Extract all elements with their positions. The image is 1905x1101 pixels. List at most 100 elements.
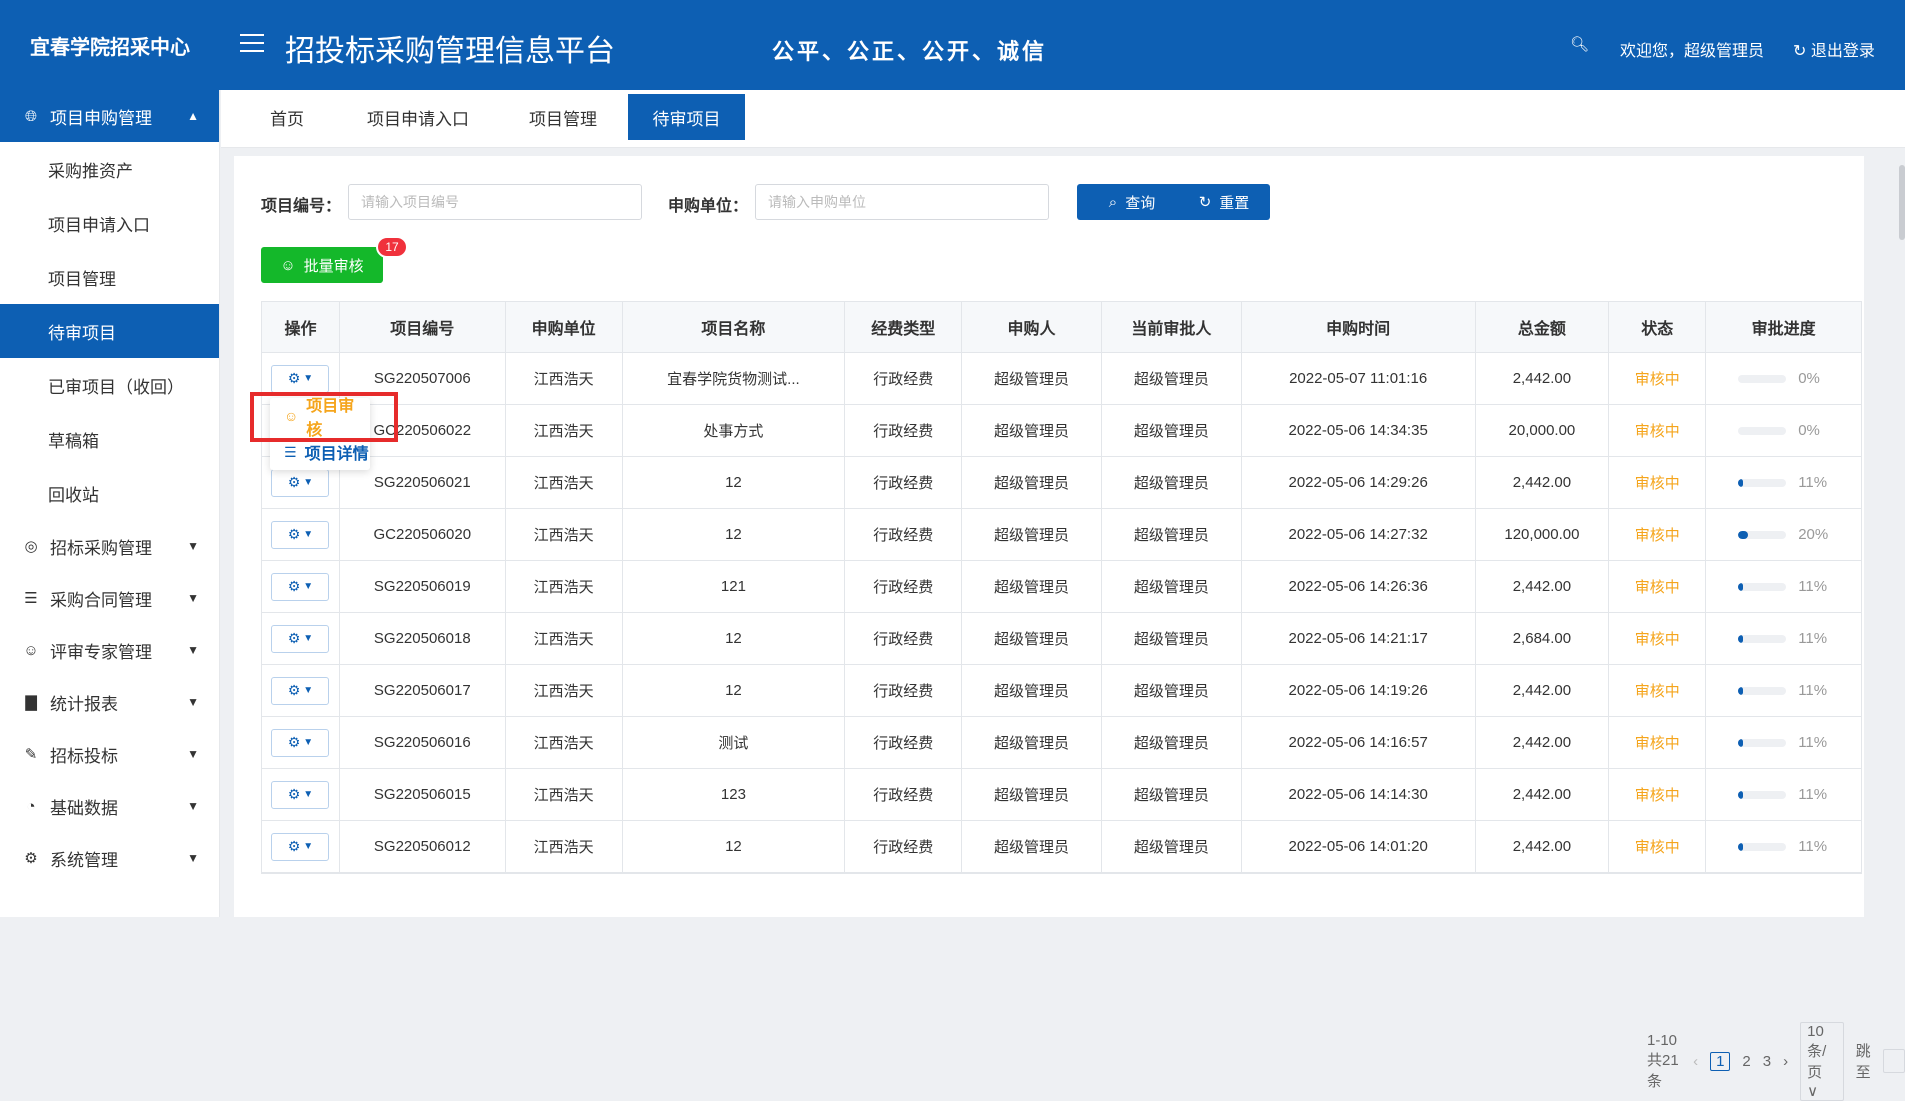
cell-progress: 11%	[1706, 769, 1861, 820]
cell-amount: 2,442.00	[1476, 353, 1610, 404]
menu-toggle-icon[interactable]	[240, 34, 264, 56]
cell-code: SG220506018	[340, 613, 506, 664]
cell-code: SG220506017	[340, 665, 506, 716]
col-header: 经费类型	[845, 302, 963, 352]
tab-home[interactable]: 首页	[249, 94, 325, 140]
unit-input[interactable]: 请输入申购单位	[755, 184, 1049, 220]
gear-dropdown-button[interactable]: ⚙▼	[271, 468, 330, 497]
aperture-icon: ◎	[24, 538, 38, 555]
jump-input[interactable]	[1882, 1049, 1905, 1073]
progress-text: 11%	[1798, 838, 1828, 855]
bar-chart-icon: ▇	[25, 694, 37, 711]
cell-progress: 11%	[1706, 457, 1861, 508]
tab-apply[interactable]: 项目申请入口	[353, 94, 483, 140]
globe-icon: 🌐︎	[24, 107, 37, 125]
chevron-down-icon: ▼	[187, 799, 199, 813]
sidebar-group-system[interactable]: ⚙ 系统管理 ▼	[0, 832, 219, 884]
project-table: 操作 项目编号 申购单位 项目名称 经费类型 申购人 当前审批人 申购时间 总金…	[261, 301, 1862, 874]
col-header: 申购时间	[1242, 302, 1476, 352]
gear-icon: ⚙	[287, 734, 301, 750]
reset-button[interactable]: ↻ 重置	[1178, 184, 1270, 220]
sidebar-item-reviewed[interactable]: 已审项目（收回）	[0, 358, 219, 412]
sidebar-group-bidding[interactable]: ◎ 招标采购管理 ▼	[0, 520, 219, 572]
gear-dropdown-button[interactable]: ⚙▼	[271, 624, 330, 653]
sidebar-item-drafts[interactable]: 草稿箱	[0, 412, 219, 466]
cell-code: SG220506019	[340, 561, 506, 612]
next-page-icon[interactable]: ›	[1783, 1053, 1788, 1070]
cell-name: 宜春学院货物测试...	[623, 353, 846, 404]
sidebar-item-project-manage[interactable]: 项目管理	[0, 250, 219, 304]
code-input[interactable]: 请输入项目编号	[348, 184, 642, 220]
gear-icon: ⚙	[287, 578, 301, 594]
logout-icon: ↻	[1793, 43, 1811, 60]
cell-code: SG220506012	[340, 821, 506, 872]
col-header: 操作	[262, 302, 340, 352]
progress-text: 11%	[1798, 682, 1828, 699]
sidebar-item-apply[interactable]: 项目申请入口	[0, 196, 219, 250]
sidebar-group-basedata[interactable]: ◔ 基础数据 ▼	[0, 780, 219, 832]
cell-approver: 超级管理员	[1102, 457, 1242, 508]
query-button[interactable]: ⌕ 查询	[1077, 184, 1187, 220]
col-header: 项目名称	[623, 302, 846, 352]
cell-amount: 2,684.00	[1476, 613, 1610, 664]
tab-project-manage[interactable]: 项目管理	[513, 94, 613, 140]
search-icon[interactable]: 🔍︎	[1570, 35, 1589, 53]
sidebar-item-asset[interactable]: 采购推资产	[0, 142, 219, 196]
cell-progress: 20%	[1706, 509, 1861, 560]
cell-fund: 行政经费	[845, 405, 963, 456]
sidebar-group-tender[interactable]: ✎ 招标投标 ▼	[0, 728, 219, 780]
gear-icon: ⚙	[287, 786, 301, 802]
code-label: 项目编号：	[261, 198, 342, 215]
cell-time: 2022-05-06 14:26:36	[1242, 561, 1476, 612]
sidebar-group-expert[interactable]: ☺ 评审专家管理 ▼	[0, 624, 219, 676]
pagination: 1-10 共21条 ‹ 1 2 3 › 10 条/页 ∨ 跳至 页	[1647, 1021, 1905, 1101]
cell-fund: 行政经费	[845, 769, 963, 820]
page-2[interactable]: 2	[1742, 1053, 1750, 1070]
sidebar-group-purchase[interactable]: 🌐︎ 项目申购管理 ▲	[0, 90, 219, 142]
page-size-value: 10 条/页	[1807, 1022, 1827, 1081]
progress-bar	[1738, 530, 1787, 539]
sidebar-item-recycle[interactable]: 回收站	[0, 466, 219, 520]
cell-time: 2022-05-06 14:19:26	[1242, 665, 1476, 716]
page-3[interactable]: 3	[1763, 1053, 1771, 1070]
scrollbar[interactable]	[1899, 165, 1905, 240]
tab-bar: 首页 项目申请入口 项目管理 待审项目	[221, 90, 1905, 148]
cell-progress: 0%	[1706, 353, 1861, 404]
sidebar-group-label: 统计报表	[50, 694, 118, 714]
pager-summary: 1-10 共21条	[1647, 1031, 1679, 1090]
progress-fill	[1738, 842, 1744, 851]
page-1[interactable]: 1	[1710, 1051, 1731, 1071]
cell-fund: 行政经费	[845, 717, 963, 768]
user-icon: ☺	[23, 641, 39, 659]
sidebar-group-label: 招标采购管理	[50, 538, 152, 558]
sidebar-group-report[interactable]: ▇ 统计报表 ▼	[0, 676, 219, 728]
gear-dropdown-button[interactable]: ⚙▼	[271, 520, 330, 549]
cell-time: 2022-05-06 14:34:35	[1242, 405, 1476, 456]
batch-review-button[interactable]: ☺ 批量审核	[261, 247, 383, 283]
table-header: 操作 项目编号 申购单位 项目名称 经费类型 申购人 当前审批人 申购时间 总金…	[262, 302, 1861, 353]
cell-approver: 超级管理员	[1102, 353, 1242, 404]
col-header: 项目编号	[340, 302, 506, 352]
cell-status: 审核中	[1609, 561, 1707, 612]
chevron-down-icon: ∨	[1807, 1082, 1819, 1100]
refresh-icon: ↻	[1198, 194, 1212, 211]
col-header: 申购人	[962, 302, 1102, 352]
cell-time: 2022-05-07 11:01:16	[1242, 353, 1476, 404]
cell-applicant: 超级管理员	[962, 717, 1102, 768]
progress-bar	[1738, 738, 1787, 747]
gear-dropdown-button[interactable]: ⚙▼	[271, 364, 330, 393]
cell-unit: 江西浩天	[506, 353, 623, 404]
gear-dropdown-button[interactable]: ⚙▼	[271, 572, 330, 601]
prev-page-icon[interactable]: ‹	[1693, 1053, 1698, 1070]
logout-link[interactable]: ↻ 退出登录	[1793, 37, 1875, 61]
gear-dropdown-button[interactable]: ⚙▼	[271, 832, 330, 861]
cell-progress: 11%	[1706, 821, 1861, 872]
page-size-select[interactable]: 10 条/页 ∨	[1800, 1021, 1844, 1101]
gear-dropdown-button[interactable]: ⚙▼	[271, 676, 330, 705]
gear-dropdown-button[interactable]: ⚙▼	[271, 728, 330, 757]
tab-pending[interactable]: 待审项目	[628, 94, 745, 140]
cell-unit: 江西浩天	[506, 509, 623, 560]
sidebar-group-contract[interactable]: ☰ 采购合同管理 ▼	[0, 572, 219, 624]
gear-dropdown-button[interactable]: ⚙▼	[271, 780, 330, 809]
sidebar-item-pending[interactable]: 待审项目	[0, 304, 219, 358]
